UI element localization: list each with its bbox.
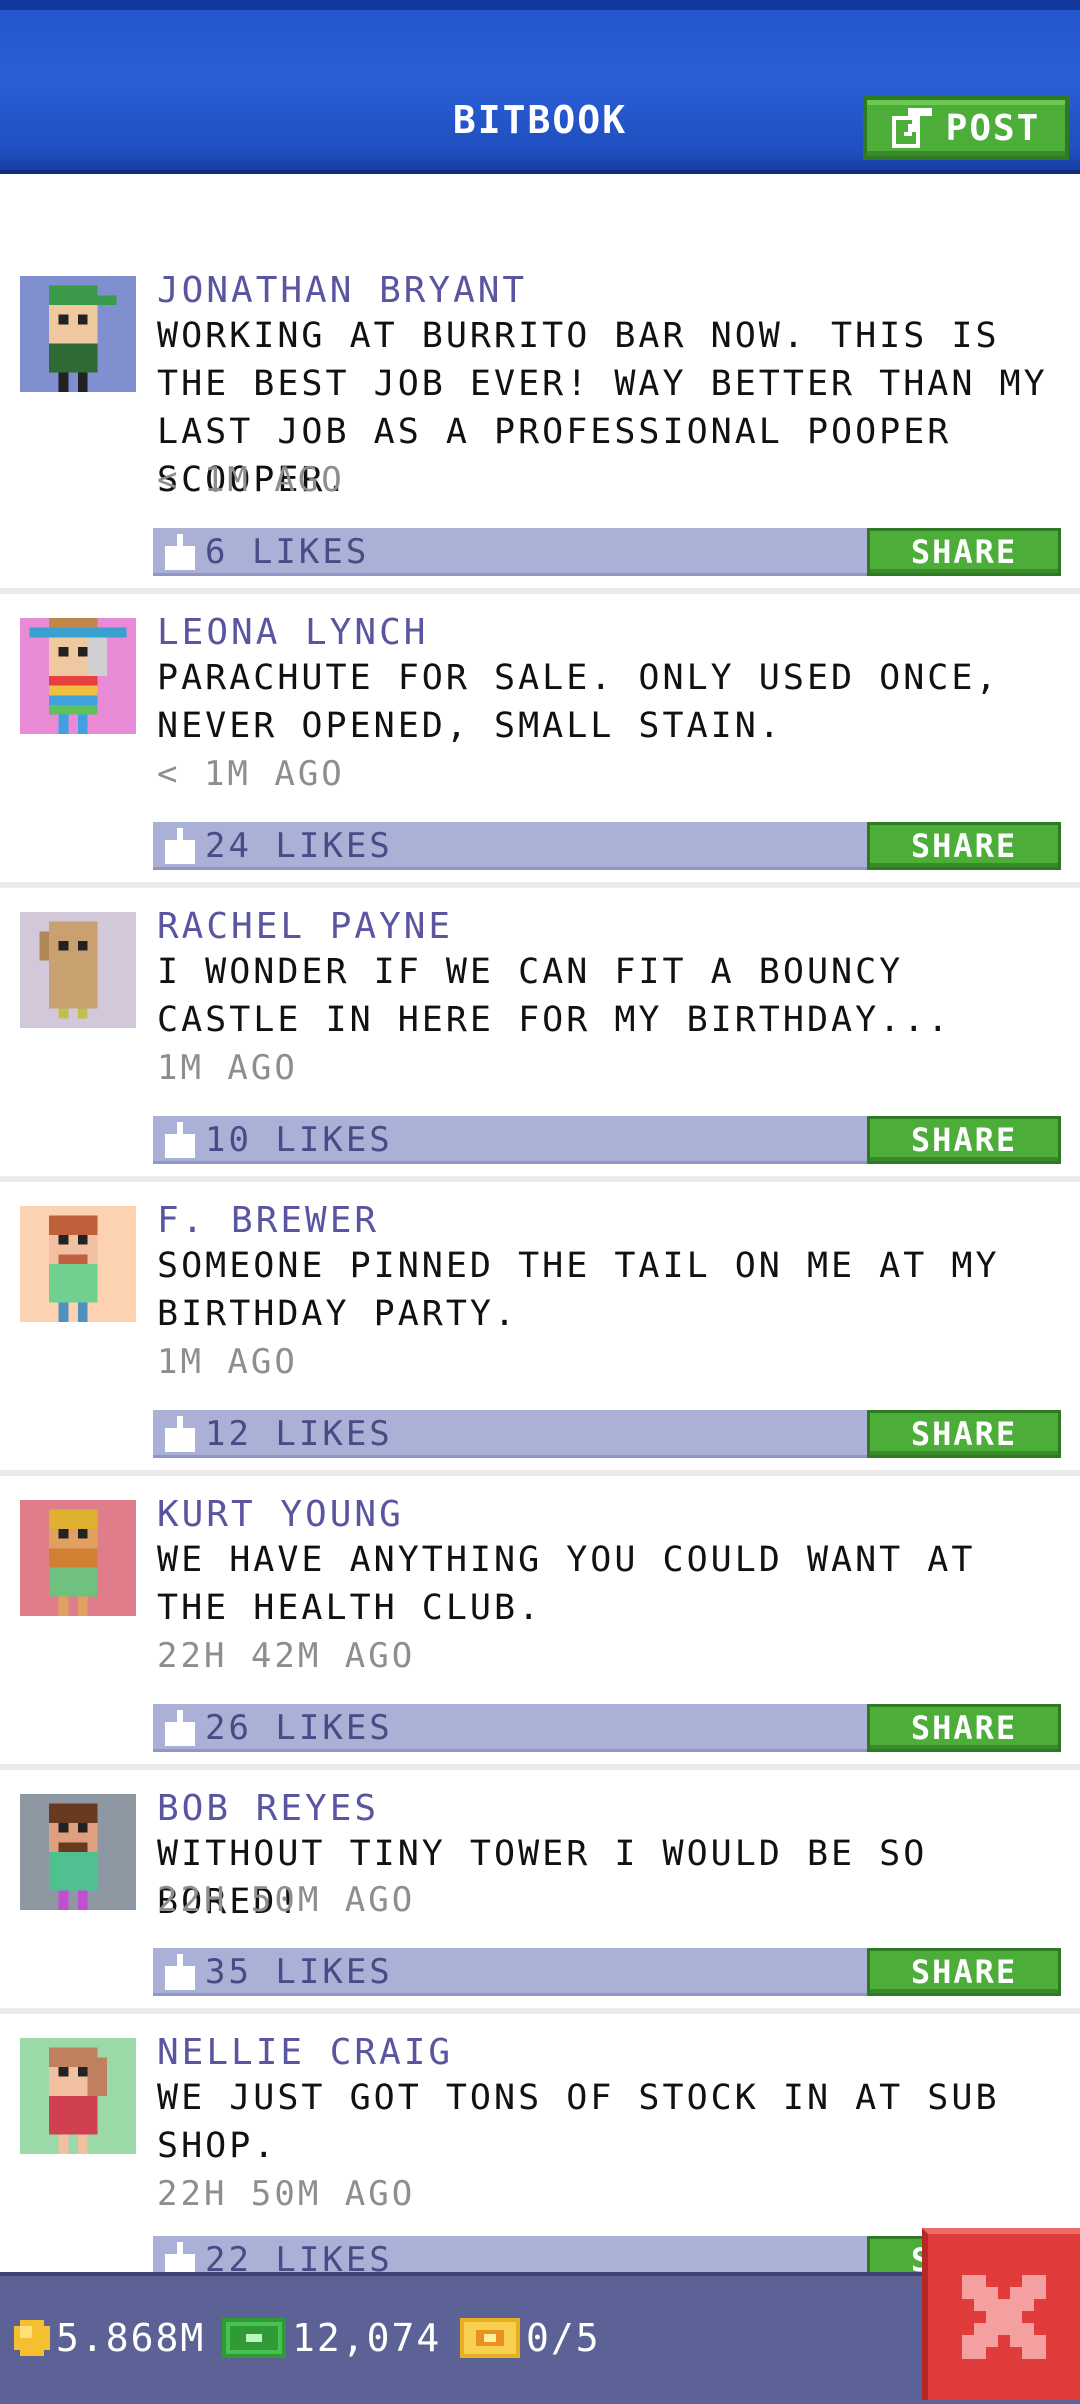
post-message: WE HAVE ANYTHING YOU COULD WANT AT THE H… xyxy=(157,1540,976,1628)
post-author[interactable]: LEONA LYNCH xyxy=(157,612,428,653)
avatar[interactable] xyxy=(20,618,136,734)
share-button[interactable]: SHARE xyxy=(867,528,1061,576)
share-button[interactable]: SHARE xyxy=(867,822,1061,870)
post-message: SOMEONE PINNED THE TAIL ON ME AT MY BIRT… xyxy=(157,1246,1000,1334)
divider xyxy=(0,2008,1080,2014)
like-bar[interactable]: 26 LIKES SHARE xyxy=(153,1704,1061,1752)
share-button[interactable]: SHARE xyxy=(867,1410,1061,1458)
post-author[interactable]: F. BREWER xyxy=(157,1200,379,1241)
like-bar[interactable]: 10 LIKES SHARE xyxy=(153,1116,1061,1164)
post-time: 22H 42M AGO xyxy=(157,1636,416,1676)
coins-stat: 5.868M xyxy=(14,2316,205,2360)
share-button[interactable]: SHARE xyxy=(867,1948,1061,1996)
divider xyxy=(0,1176,1080,1182)
close-button[interactable] xyxy=(922,2228,1080,2400)
like-count: 24 LIKES xyxy=(205,826,393,866)
like-count: 26 LIKES xyxy=(205,1708,393,1748)
divider xyxy=(0,588,1080,594)
divider xyxy=(0,1470,1080,1476)
post-label: POST xyxy=(945,107,1041,149)
bux-icon xyxy=(222,2318,286,2358)
share-button[interactable]: SHARE xyxy=(867,1704,1061,1752)
like-count: 10 LIKES xyxy=(205,1120,393,1160)
like-count: 6 LIKES xyxy=(205,532,370,572)
post-author[interactable]: BOB REYES xyxy=(157,1788,379,1829)
avatar[interactable] xyxy=(20,1500,136,1616)
avatar[interactable] xyxy=(20,2038,136,2154)
post-author[interactable]: RACHEL PAYNE xyxy=(157,906,453,947)
bux-value: 12,074 xyxy=(292,2316,442,2360)
post-time: 22H 50M AGO xyxy=(157,2174,416,2214)
post-time: < 1M AGO xyxy=(157,460,345,500)
thumbs-up-icon xyxy=(165,828,195,864)
avatar[interactable] xyxy=(20,1206,136,1322)
avatar[interactable] xyxy=(20,1794,136,1910)
post-time: < 1M AGO xyxy=(157,754,345,794)
divider xyxy=(0,1764,1080,1770)
post-message: PARACHUTE FOR SALE. ONLY USED ONCE, NEVE… xyxy=(157,658,1000,746)
post-message: WE JUST GOT TONS OF STOCK IN AT SUB SHOP… xyxy=(157,2078,1000,2166)
close-icon xyxy=(962,2275,1046,2359)
post-author[interactable]: JONATHAN BRYANT xyxy=(157,270,527,311)
avatar[interactable] xyxy=(20,912,136,1028)
coin-icon xyxy=(14,2320,50,2356)
tickets-stat: 0/5 xyxy=(460,2316,601,2360)
post-time: 1M AGO xyxy=(157,1342,298,1382)
edit-icon xyxy=(891,108,932,148)
thumbs-up-icon xyxy=(165,534,195,570)
ticket-icon xyxy=(460,2318,520,2358)
post-button[interactable]: POST xyxy=(863,96,1069,160)
like-count: 12 LIKES xyxy=(205,1414,393,1454)
tickets-value: 0/5 xyxy=(526,2316,601,2360)
thumbs-up-icon xyxy=(165,1122,195,1158)
thumbs-up-icon xyxy=(165,1710,195,1746)
bux-stat: 12,074 xyxy=(222,2316,441,2360)
thumbs-up-icon xyxy=(165,1416,195,1452)
post-time: 22H 50M AGO xyxy=(157,1880,416,1920)
avatar[interactable] xyxy=(20,276,136,392)
post-author[interactable]: NELLIE CRAIG xyxy=(157,2032,453,2073)
currency-bar: 5.868M 12,074 0/5 xyxy=(0,2272,1080,2404)
top-bar: BITBOOK POST xyxy=(0,0,1080,174)
post-time: 1M AGO xyxy=(157,1048,298,1088)
coins-value: 5.868M xyxy=(56,2316,206,2360)
like-bar[interactable]: 24 LIKES SHARE xyxy=(153,822,1061,870)
like-count: 35 LIKES xyxy=(205,1952,393,1992)
share-button[interactable]: SHARE xyxy=(867,1116,1061,1164)
post-message: I WONDER IF WE CAN FIT A BOUNCY CASTLE I… xyxy=(157,952,952,1040)
post-author[interactable]: KURT YOUNG xyxy=(157,1494,404,1535)
like-bar[interactable]: 6 LIKES SHARE xyxy=(153,528,1061,576)
like-bar[interactable]: 12 LIKES SHARE xyxy=(153,1410,1061,1458)
thumbs-up-icon xyxy=(165,1954,195,1990)
divider xyxy=(0,882,1080,888)
like-bar[interactable]: 35 LIKES SHARE xyxy=(153,1948,1061,1996)
